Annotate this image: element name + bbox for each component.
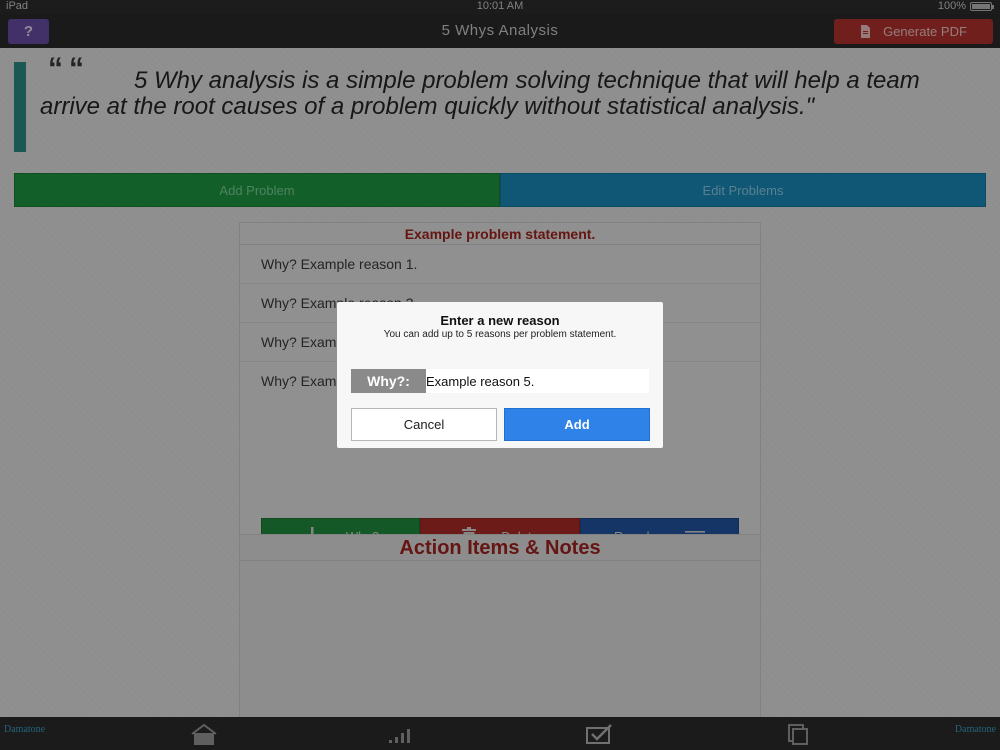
- add-button[interactable]: Add: [504, 408, 650, 441]
- new-reason-dialog: Enter a new reason You can add up to 5 r…: [337, 302, 663, 448]
- dialog-buttons: Cancel Add: [351, 408, 650, 441]
- reason-input[interactable]: [426, 369, 649, 393]
- why-prefix-label: Why?:: [351, 369, 426, 393]
- dialog-subtitle: You can add up to 5 reasons per problem …: [383, 329, 617, 340]
- reason-input-row: Why?:: [351, 369, 649, 393]
- cancel-button[interactable]: Cancel: [351, 408, 497, 441]
- dialog-title: Enter a new reason: [440, 313, 560, 328]
